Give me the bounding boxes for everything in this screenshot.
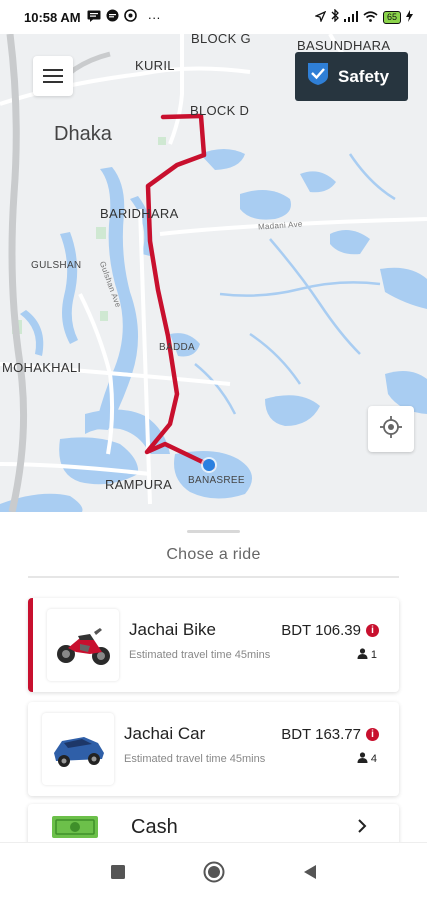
settings-icon xyxy=(123,9,137,25)
status-time: 10:58 AM xyxy=(24,9,81,25)
map-label-basundhara: BASUNDHARA xyxy=(297,38,391,53)
info-icon[interactable]: i xyxy=(366,624,379,637)
charging-icon xyxy=(406,9,413,25)
message-icon xyxy=(87,10,101,25)
seat-count-value: 4 xyxy=(370,753,377,765)
back-button[interactable] xyxy=(298,860,322,884)
seat-count-value: 1 xyxy=(370,649,377,661)
map-view[interactable]: BLOCK G BASUNDHARA KURIL BLOCK D Dhaka B… xyxy=(0,34,427,512)
wifi-icon xyxy=(363,10,378,25)
car-icon xyxy=(42,713,114,785)
hamburger-line xyxy=(43,75,63,77)
chevron-right-icon xyxy=(357,818,367,839)
map-label-kuril: KURIL xyxy=(135,58,175,73)
seat-count: 1 xyxy=(357,648,377,662)
map-label-rampura: RAMPURA xyxy=(105,477,173,492)
home-button[interactable] xyxy=(202,860,226,884)
ride-eta: Estimated travel time 45mins xyxy=(129,649,271,661)
map-label-mohakhali: MOHAKHALI xyxy=(2,360,82,375)
hamburger-line xyxy=(43,69,63,71)
ride-option-car[interactable]: Jachai Car Estimated travel time 45mins … xyxy=(28,702,399,796)
location-icon xyxy=(313,10,327,25)
motorbike-icon xyxy=(47,609,119,681)
ride-name: Jachai Bike xyxy=(129,620,216,639)
chat-icon xyxy=(106,9,119,25)
menu-button[interactable] xyxy=(33,56,73,96)
system-nav-bar xyxy=(0,842,427,900)
map-label-block-d: BLOCK D xyxy=(190,103,250,118)
signal-icon xyxy=(343,10,358,25)
safety-button[interactable]: Safety xyxy=(295,52,408,101)
map-label-badda: BADDA xyxy=(159,342,195,353)
map-label-baridhara: BARIDHARA xyxy=(100,206,179,221)
ride-name: Jachai Car xyxy=(124,724,206,743)
seat-count: 4 xyxy=(357,752,377,766)
ride-selection-sheet: Chose a ride Jachai Bike Estimated trave… xyxy=(0,512,427,864)
status-right: 65 xyxy=(313,8,413,25)
hamburger-line xyxy=(43,81,63,83)
map-label-dhaka: Dhaka xyxy=(54,123,112,145)
status-bar: 10:58 AM ··· 65 xyxy=(0,0,427,34)
recents-button[interactable] xyxy=(106,860,130,884)
sheet-title: Chose a ride xyxy=(166,546,261,563)
map-label-banasree: BANASREE xyxy=(188,475,245,486)
sheet-handle[interactable] xyxy=(187,530,240,533)
app-root: 10:58 AM ··· 65 BLOCK G BASUNDHARA KURIL… xyxy=(0,0,427,900)
divider xyxy=(28,576,399,578)
person-icon xyxy=(357,752,368,766)
ride-price: BDT 163.77 xyxy=(281,726,361,743)
shield-check-icon xyxy=(307,62,329,91)
payment-label: Cash xyxy=(131,816,178,838)
safety-label: Safety xyxy=(338,66,390,86)
battery-icon: 65 xyxy=(382,10,401,24)
cash-icon xyxy=(52,816,98,843)
info-icon[interactable]: i xyxy=(366,728,379,741)
more-notifications: ··· xyxy=(147,9,161,25)
bluetooth-icon xyxy=(331,8,339,25)
map-label-block-g: BLOCK G xyxy=(191,34,251,46)
map-label-gulshan: GULSHAN xyxy=(31,260,82,271)
ride-eta: Estimated travel time 45mins xyxy=(124,753,266,765)
my-location-button[interactable] xyxy=(368,406,414,452)
crosshair-icon xyxy=(380,415,402,443)
ride-price: BDT 106.39 xyxy=(281,622,361,639)
battery-level: 65 xyxy=(386,12,397,22)
person-icon xyxy=(357,648,368,662)
ride-option-bike[interactable]: Jachai Bike Estimated travel time 45mins… xyxy=(28,598,399,692)
